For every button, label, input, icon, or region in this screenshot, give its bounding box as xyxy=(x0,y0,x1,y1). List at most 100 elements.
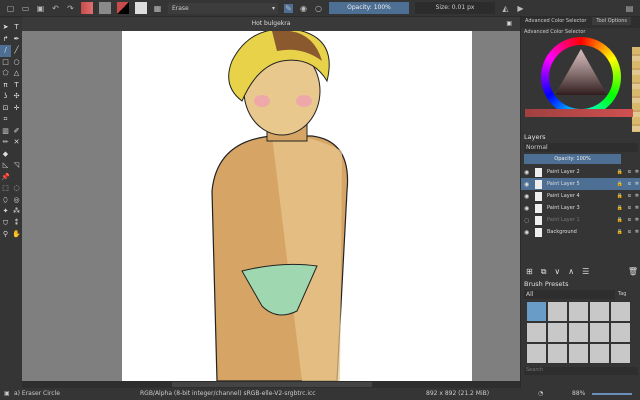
brush-preset[interactable] xyxy=(568,322,589,343)
brush-preset[interactable] xyxy=(526,301,547,322)
eye-hidden-icon[interactable]: ◌ xyxy=(521,217,531,224)
document-tab[interactable]: Hot bulgekra ▣ xyxy=(22,17,520,31)
bezier-tool-icon[interactable]: π xyxy=(0,80,11,92)
inherit-alpha-icon[interactable]: ✲ xyxy=(635,193,639,199)
brush-preset[interactable] xyxy=(526,343,547,364)
rect-select-icon[interactable]: ⬚ xyxy=(0,183,11,195)
layer-row[interactable]: ◉ Paint Layer 3 🔒 α ✲ xyxy=(521,202,640,214)
brush-preset-icon[interactable] xyxy=(135,2,147,14)
inherit-alpha-icon[interactable]: ✲ xyxy=(635,217,639,223)
color-picker-icon[interactable]: ✐ xyxy=(11,126,22,138)
alpha-lock-icon[interactable]: α xyxy=(628,205,631,211)
brush-tool-icon[interactable]: / xyxy=(0,45,11,57)
rotate-icon[interactable]: ◔ xyxy=(538,388,543,400)
brush-preset[interactable] xyxy=(610,343,631,364)
move-down-icon[interactable]: ∨ xyxy=(554,267,560,277)
canvas[interactable] xyxy=(122,31,472,381)
layer-properties-icon[interactable]: ☰ xyxy=(582,267,589,277)
brush-preset[interactable] xyxy=(589,322,610,343)
fg-bg-color-icon[interactable] xyxy=(117,2,129,14)
dynamic-brush-icon[interactable]: ʖ xyxy=(0,91,11,103)
fill-tool-icon[interactable]: ◆ xyxy=(0,149,11,161)
calligraphy-icon[interactable]: ✒ xyxy=(11,34,22,46)
add-layer-icon[interactable]: ⊞ xyxy=(526,267,533,277)
smart-patch-icon[interactable]: ✏ xyxy=(0,137,11,149)
reload-preset-icon[interactable]: ○ xyxy=(314,4,323,13)
color-triangle[interactable] xyxy=(551,47,611,107)
lock-icon[interactable]: 🔒 xyxy=(617,181,623,187)
magnetic-select-icon[interactable]: ⁑ xyxy=(11,218,22,230)
layer-row[interactable]: ◉ Paint Layer 4 🔒 α ✲ xyxy=(521,190,640,202)
inherit-alpha-icon[interactable]: ✲ xyxy=(635,169,639,175)
blend-mode-select[interactable]: Normal xyxy=(524,143,638,152)
freehand-path-icon[interactable]: Ƭ xyxy=(11,80,22,92)
measure-tool-icon[interactable]: ◺ xyxy=(0,160,11,172)
color-wheel[interactable] xyxy=(541,37,621,117)
eye-icon[interactable]: ◉ xyxy=(521,169,531,176)
brush-preset[interactable] xyxy=(547,301,568,322)
lock-icon[interactable]: 🔒 xyxy=(617,205,623,211)
multibrush-icon[interactable]: ✣ xyxy=(11,91,22,103)
brush-preset[interactable] xyxy=(610,301,631,322)
size-slider[interactable]: Size: 0.01 px xyxy=(415,2,495,14)
alpha-lock-icon[interactable]: α xyxy=(628,181,631,187)
new-document-icon[interactable]: ▢ xyxy=(6,4,15,13)
eraser-mode-icon[interactable]: ✎ xyxy=(284,3,293,13)
ellipse-tool-icon[interactable]: ○ xyxy=(11,57,22,69)
inherit-alpha-icon[interactable]: ✲ xyxy=(635,205,639,211)
lock-icon[interactable]: 🔒 xyxy=(617,217,623,223)
alpha-lock-icon[interactable]: α xyxy=(628,193,631,199)
line-tool-icon[interactable]: ╱ xyxy=(11,45,22,57)
edit-shapes-icon[interactable]: ↱ xyxy=(0,34,11,46)
brush-preset[interactable] xyxy=(526,322,547,343)
color-history-strip[interactable] xyxy=(632,47,640,132)
polyline-tool-icon[interactable]: △ xyxy=(11,68,22,80)
bezier-select-icon[interactable]: ⛉ xyxy=(0,218,11,230)
canvas-area[interactable] xyxy=(22,31,520,381)
zoom-tool-icon[interactable]: ⚲ xyxy=(0,229,11,241)
assistant-tool-icon[interactable]: ✕ xyxy=(11,137,22,149)
inherit-alpha-icon[interactable]: ✲ xyxy=(635,181,639,187)
brush-preset[interactable] xyxy=(568,301,589,322)
move-tool-icon[interactable]: ✛ xyxy=(11,103,22,115)
duplicate-layer-icon[interactable]: ⧉ xyxy=(541,267,547,277)
workspace-icon[interactable]: ▤ xyxy=(625,4,634,13)
select-tool-icon[interactable]: ➤ xyxy=(0,22,11,34)
brush-preset[interactable] xyxy=(547,343,568,364)
tab-advanced-color-selector[interactable]: Advanced Color Selector xyxy=(521,17,590,25)
rectangle-tool-icon[interactable]: □ xyxy=(0,57,11,69)
redo-icon[interactable]: ↷ xyxy=(66,4,75,13)
undo-icon[interactable]: ↶ xyxy=(51,4,60,13)
alpha-lock-icon[interactable]: α xyxy=(628,217,631,223)
pattern-swatch[interactable] xyxy=(99,2,111,14)
brush-preset[interactable] xyxy=(610,322,631,343)
brush-preset[interactable] xyxy=(589,301,610,322)
tag-button[interactable]: Tag xyxy=(618,290,638,299)
contiguous-select-icon[interactable]: ✦ xyxy=(0,206,11,218)
zoom-slider[interactable] xyxy=(592,393,632,395)
close-document-icon[interactable]: ▣ xyxy=(506,17,512,31)
transform-tool-icon[interactable]: ⊡ xyxy=(0,103,11,115)
eye-icon[interactable]: ◉ xyxy=(521,229,531,236)
lock-icon[interactable]: 🔒 xyxy=(617,193,623,199)
alpha-lock-icon[interactable]: α xyxy=(628,229,631,235)
layer-row[interactable]: ◉ Paint Layer 2 🔒 α ✲ xyxy=(521,166,640,178)
brush-filter-select[interactable]: All xyxy=(524,290,615,299)
eye-icon[interactable]: ◉ xyxy=(521,205,531,212)
move-up-icon[interactable]: ∧ xyxy=(568,267,574,277)
similar-select-icon[interactable]: ⁂ xyxy=(11,206,22,218)
mirror-horizontal-icon[interactable]: ◭ xyxy=(501,4,510,13)
lock-icon[interactable]: 🔒 xyxy=(617,229,623,235)
alpha-lock-icon[interactable]: ◉ xyxy=(299,4,308,13)
text-tool-icon[interactable]: T xyxy=(11,22,22,34)
eye-icon[interactable]: ◉ xyxy=(521,181,531,188)
mirror-vertical-icon[interactable]: ▶ xyxy=(516,4,525,13)
brush-preset[interactable] xyxy=(589,343,610,364)
lock-icon[interactable]: 🔒 xyxy=(617,169,623,175)
brush-preset[interactable] xyxy=(568,343,589,364)
brush-preset[interactable] xyxy=(547,322,568,343)
open-folder-icon[interactable]: ▭ xyxy=(21,4,30,13)
polygon-select-icon[interactable]: ⬯ xyxy=(0,195,11,207)
brush-search-input[interactable]: Search xyxy=(524,367,638,375)
ellipse-select-icon[interactable]: ◌ xyxy=(11,183,22,195)
